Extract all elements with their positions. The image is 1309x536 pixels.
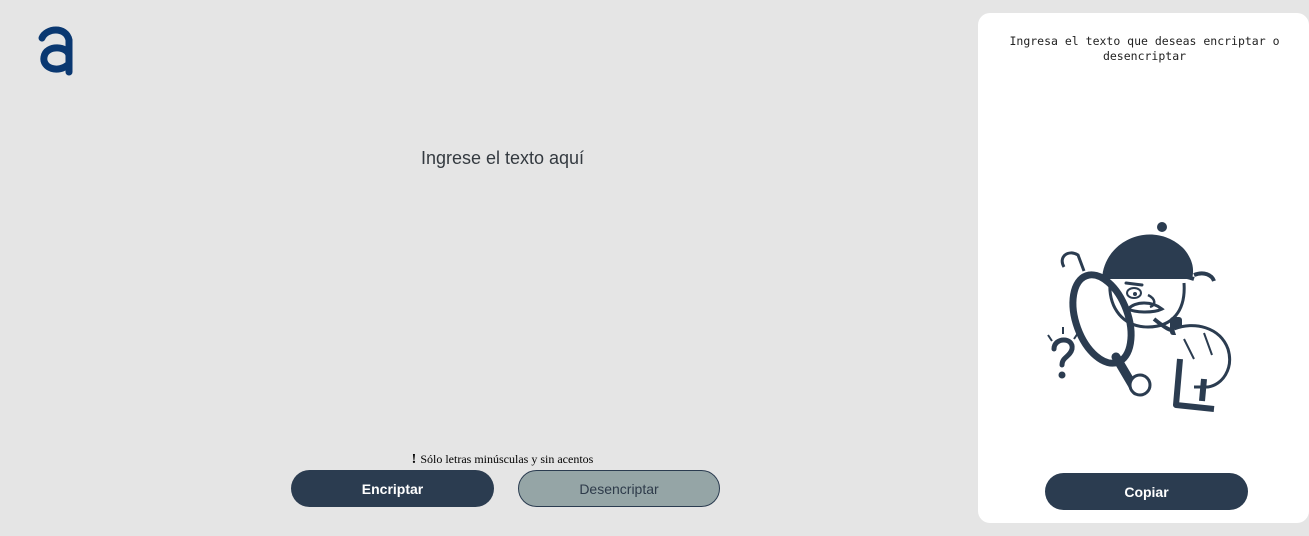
- warning-message: ! Sólo letras minúsculas y sin acentos: [300, 452, 705, 468]
- copy-button[interactable]: Copiar: [1045, 473, 1248, 510]
- encrypt-button[interactable]: Encriptar: [291, 470, 494, 507]
- output-message: Ingresa el texto que deseas encriptar o …: [1009, 34, 1280, 63]
- decrypt-button[interactable]: Desencriptar: [518, 470, 720, 507]
- copy-button-label: Copiar: [1124, 483, 1169, 500]
- output-panel: Ingresa el texto que deseas encriptar o …: [978, 13, 1309, 523]
- encrypt-button-label: Encriptar: [361, 480, 424, 497]
- detective-magnifier-icon: [1047, 222, 1231, 412]
- text-input[interactable]: [300, 140, 705, 440]
- warning-text: Sólo letras minúsculas y sin acentos: [420, 452, 594, 466]
- decrypt-button-label: Desencriptar: [579, 480, 659, 497]
- app-page: !Sólo letras minúsculas y sin acentos En…: [0, 0, 1309, 536]
- warning-icon: !: [411, 452, 417, 467]
- logo-icon: [38, 26, 73, 76]
